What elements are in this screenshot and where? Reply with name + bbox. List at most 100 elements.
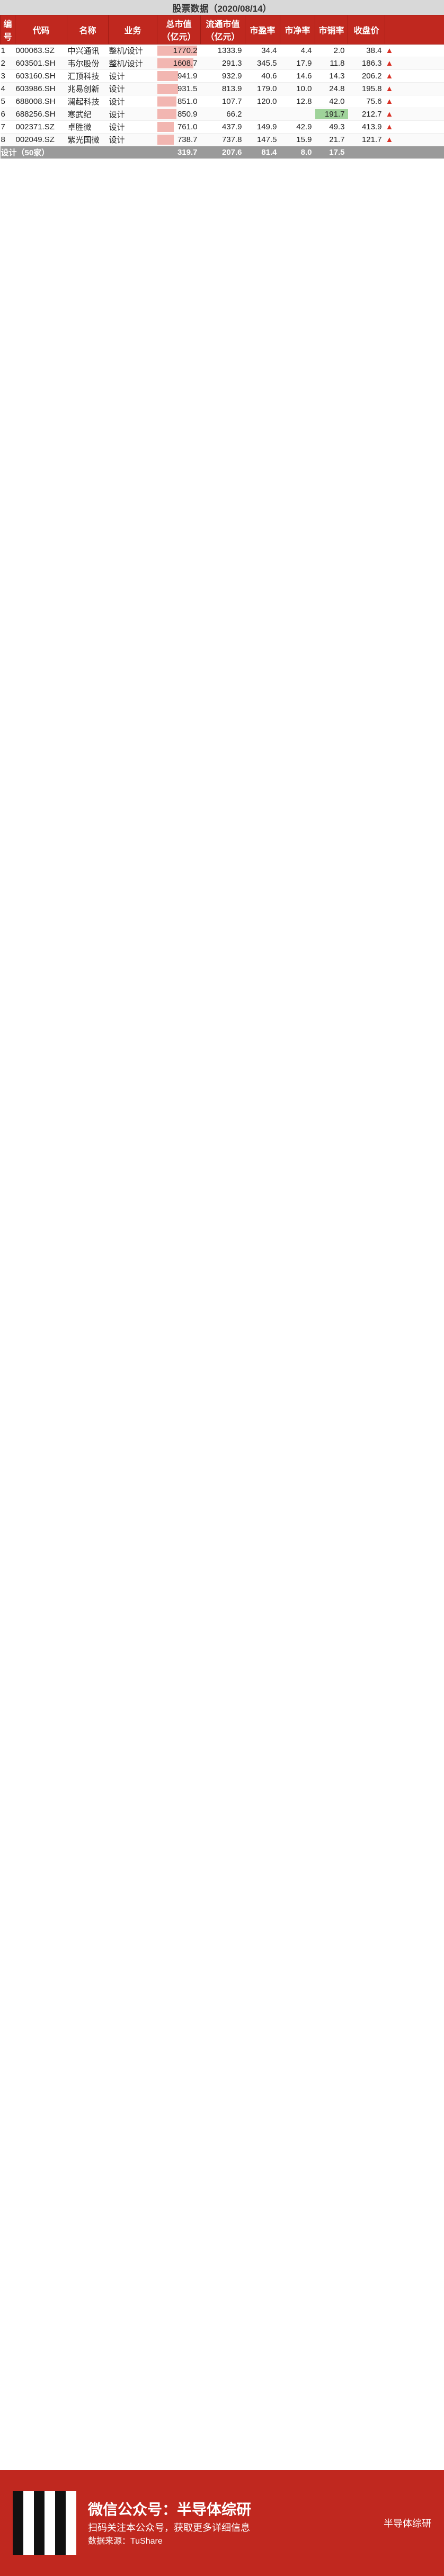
- table-header: 编号 代码 名称 业务 总市值（亿元） 流通市值（亿元） 市盈率 市净率 市销率…: [0, 15, 444, 45]
- col-float: 流通市值（亿元）: [200, 15, 245, 45]
- row-code: 603501.SH: [15, 57, 67, 70]
- trend-up-icon: ▲: [385, 133, 444, 146]
- col-pe: 市盈率: [245, 15, 280, 45]
- table-row: 3 603160.SH 汇顶科技 设计 941.9 932.9 40.6 14.…: [0, 69, 444, 83]
- row-name: 寒武纪: [67, 108, 109, 121]
- row-pe: 147.5: [245, 133, 280, 146]
- row-name: 卓胜微: [67, 120, 109, 134]
- row-ps: 191.7: [315, 108, 348, 121]
- row-cap: 851.0: [157, 95, 201, 108]
- row-code: 688256.SH: [15, 108, 67, 121]
- row-name: 兆易创新: [67, 82, 109, 95]
- row-float: 813.9: [200, 82, 245, 95]
- row-biz: 设计: [108, 108, 157, 121]
- trend-up-icon: ▲: [385, 120, 444, 134]
- row-cap: 850.9: [157, 108, 201, 121]
- row-pe: 34.4: [245, 44, 280, 57]
- row-close: 206.2: [348, 69, 385, 83]
- row-ps: 14.3: [315, 69, 348, 83]
- row-float: 1333.9: [200, 44, 245, 57]
- row-name: 澜起科技: [67, 95, 109, 108]
- footer-text: 微信公众号：半导体综研 扫码关注本公众号，获取更多详细信息 数据来源：TuSha…: [88, 2499, 251, 2548]
- row-close: 75.6: [348, 95, 385, 108]
- row-pe: 40.6: [245, 69, 280, 83]
- row-close: 413.9: [348, 120, 385, 134]
- row-ps: 21.7: [315, 133, 348, 146]
- summary-label: 设计（50家）: [0, 146, 157, 159]
- row-close: 195.8: [348, 82, 385, 95]
- brand-label: 半导体综研: [384, 2518, 431, 2529]
- row-code: 603160.SH: [15, 69, 67, 83]
- row-float: 737.8: [200, 133, 245, 146]
- row-no: 6: [0, 108, 15, 121]
- row-biz: 设计: [108, 95, 157, 108]
- row-no: 2: [0, 57, 15, 70]
- summary-ps: 17.5: [315, 146, 348, 159]
- col-trend: [385, 15, 444, 45]
- row-no: 7: [0, 120, 15, 134]
- summary-row: 设计（50家） 319.7 207.6 81.4 8.0 17.5: [0, 146, 444, 159]
- trend-up-icon: ▲: [385, 57, 444, 70]
- row-no: 3: [0, 69, 15, 83]
- row-cap: 1770.2: [157, 44, 201, 57]
- trend-up-icon: ▲: [385, 108, 444, 121]
- row-float: 932.9: [200, 69, 245, 83]
- row-name: 中兴通讯: [67, 44, 109, 57]
- row-name: 韦尔股份: [67, 57, 109, 70]
- col-close: 收盘价: [348, 15, 385, 45]
- table-row: 4 603986.SH 兆易创新 设计 931.5 813.9 179.0 10…: [0, 82, 444, 95]
- table-row: 7 002371.SZ 卓胜微 设计 761.0 437.9 149.9 42.…: [0, 120, 444, 134]
- row-cap: 941.9: [157, 69, 201, 83]
- footer-title: 微信公众号：半导体综研: [88, 2501, 252, 2518]
- row-pe: 345.5: [245, 57, 280, 70]
- stock-table: 编号 代码 名称 业务 总市值（亿元） 流通市值（亿元） 市盈率 市净率 市销率…: [0, 15, 444, 159]
- row-biz: 设计: [108, 120, 157, 134]
- row-pb: 10.0: [280, 82, 315, 95]
- table-row: 1 000063.SZ 中兴通讯 整机/设计 1770.2 1333.9 34.…: [0, 44, 444, 57]
- col-name: 名称: [67, 15, 109, 45]
- row-float: 437.9: [200, 120, 245, 134]
- row-code: 002049.SZ: [15, 133, 67, 146]
- col-no: 编号: [0, 15, 15, 45]
- row-cap: 1608.7: [157, 57, 201, 70]
- footer-subtitle: 扫码关注本公众号，获取更多详细信息: [88, 2522, 250, 2533]
- row-pb: 15.9: [280, 133, 315, 146]
- trend-up-icon: ▲: [385, 69, 444, 83]
- row-close: 212.7: [348, 108, 385, 121]
- row-no: 5: [0, 95, 15, 108]
- row-biz: 设计: [108, 82, 157, 95]
- trend-up-icon: ▲: [385, 44, 444, 57]
- row-cap: 738.7: [157, 133, 201, 146]
- table-row: 2 603501.SH 韦尔股份 整机/设计 1608.7 291.3 345.…: [0, 57, 444, 70]
- row-no: 1: [0, 44, 15, 57]
- table-row: 5 688008.SH 澜起科技 设计 851.0 107.7 120.0 12…: [0, 95, 444, 108]
- col-pb: 市净率: [280, 15, 315, 45]
- col-ps: 市销率: [315, 15, 348, 45]
- row-ps: 2.0: [315, 44, 348, 57]
- row-biz: 整机/设计: [108, 57, 157, 70]
- table-row: 6 688256.SH 寒武纪 设计 850.9 66.2 191.7 212.…: [0, 108, 444, 121]
- row-code: 000063.SZ: [15, 44, 67, 57]
- qr-code-icon: [13, 2491, 76, 2555]
- summary-float: 207.6: [200, 146, 245, 159]
- table-row: 8 002049.SZ 紫光国微 设计 738.7 737.8 147.5 15…: [0, 133, 444, 146]
- row-pb: 17.9: [280, 57, 315, 70]
- row-close: 38.4: [348, 44, 385, 57]
- row-ps: 49.3: [315, 120, 348, 134]
- footer-source: 数据来源：TuShare: [88, 2536, 163, 2546]
- row-code: 603986.SH: [15, 82, 67, 95]
- row-pe: 179.0: [245, 82, 280, 95]
- summary-pe: 81.4: [245, 146, 280, 159]
- row-cap: 761.0: [157, 120, 201, 134]
- row-float: 66.2: [200, 108, 245, 121]
- row-pb: 4.4: [280, 44, 315, 57]
- row-no: 4: [0, 82, 15, 95]
- row-name: 紫光国微: [67, 133, 109, 146]
- row-pe: [245, 108, 280, 121]
- summary-pb: 8.0: [280, 146, 315, 159]
- row-float: 291.3: [200, 57, 245, 70]
- row-ps: 11.8: [315, 57, 348, 70]
- row-code: 688008.SH: [15, 95, 67, 108]
- row-close: 186.3: [348, 57, 385, 70]
- row-pb: 42.9: [280, 120, 315, 134]
